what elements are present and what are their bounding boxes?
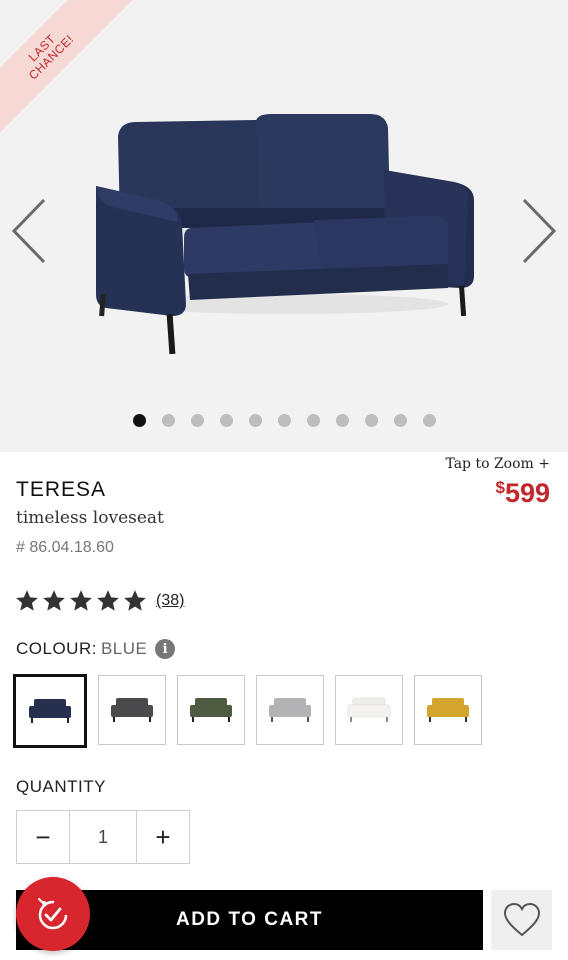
increase-quantity-button[interactable]: + bbox=[137, 811, 189, 863]
star-icon bbox=[124, 590, 146, 611]
gallery-dot[interactable] bbox=[393, 414, 407, 427]
gallery-pagination bbox=[0, 414, 568, 427]
swatch-light-grey[interactable] bbox=[256, 675, 324, 745]
wishlist-button[interactable] bbox=[491, 890, 552, 950]
star-icon bbox=[97, 590, 119, 611]
swatch-blue[interactable] bbox=[13, 674, 87, 748]
rating-stars bbox=[14, 588, 148, 614]
tap-to-zoom-link[interactable]: Tap to Zoom + bbox=[445, 456, 550, 472]
sofa-image bbox=[96, 114, 474, 355]
star-icon bbox=[43, 590, 65, 611]
product-rating: (38) bbox=[14, 588, 184, 614]
product-title: TERESA bbox=[16, 478, 107, 501]
swatch-yellow[interactable] bbox=[414, 675, 482, 745]
product-sku: # 86.04.18.60 bbox=[16, 539, 114, 556]
gallery-dot[interactable] bbox=[306, 414, 320, 427]
quantity-label: QUANTITY bbox=[16, 777, 106, 796]
sofa-thumbnail-icon bbox=[427, 698, 469, 722]
gallery-dot[interactable] bbox=[335, 414, 349, 427]
heart-icon bbox=[503, 902, 540, 937]
swatch-dark-grey[interactable] bbox=[98, 675, 166, 745]
next-image-arrow-icon[interactable] bbox=[516, 196, 560, 266]
product-price: $599 bbox=[495, 478, 550, 509]
gallery-dot[interactable] bbox=[161, 414, 175, 427]
discount-badge-icon bbox=[38, 898, 68, 930]
quantity-value[interactable]: 1 bbox=[69, 811, 137, 863]
star-icon bbox=[16, 590, 38, 611]
gallery-dot[interactable] bbox=[132, 414, 146, 427]
decrease-quantity-button[interactable]: − bbox=[17, 811, 69, 863]
price-value: 599 bbox=[504, 478, 550, 508]
colour-selector-label: COLOUR: BLUE i bbox=[16, 639, 176, 659]
sofa-thumbnail-icon bbox=[347, 697, 391, 722]
previous-image-arrow-icon[interactable] bbox=[8, 196, 52, 266]
colour-swatches bbox=[13, 674, 482, 748]
colour-label-text: COLOUR: bbox=[16, 639, 97, 658]
colour-value: BLUE bbox=[100, 639, 148, 658]
sofa-thumbnail-icon bbox=[269, 698, 311, 722]
gallery-dot[interactable] bbox=[364, 414, 378, 427]
gallery-dot[interactable] bbox=[277, 414, 291, 427]
gallery-dot[interactable] bbox=[219, 414, 233, 427]
swatch-white[interactable] bbox=[335, 675, 403, 745]
badge-label: LAST CHANCE! bbox=[25, 31, 77, 83]
gallery-dot[interactable] bbox=[422, 414, 436, 427]
sofa-thumbnail-icon bbox=[111, 698, 153, 722]
reviews-count-link[interactable]: (38) bbox=[156, 592, 184, 610]
price-currency: $ bbox=[495, 478, 505, 497]
quantity-stepper: − 1 + bbox=[16, 810, 190, 864]
swatch-green[interactable] bbox=[177, 675, 245, 745]
product-subtitle: timeless loveseat bbox=[16, 508, 164, 528]
info-icon[interactable]: i bbox=[155, 639, 176, 659]
product-gallery[interactable]: LAST CHANCE! bbox=[0, 0, 568, 452]
promo-floating-button[interactable] bbox=[16, 877, 90, 951]
sofa-thumbnail-icon bbox=[29, 699, 71, 723]
sofa-thumbnail-icon bbox=[190, 698, 232, 722]
gallery-dot[interactable] bbox=[190, 414, 204, 427]
star-icon bbox=[70, 590, 92, 611]
gallery-dot[interactable] bbox=[248, 414, 262, 427]
